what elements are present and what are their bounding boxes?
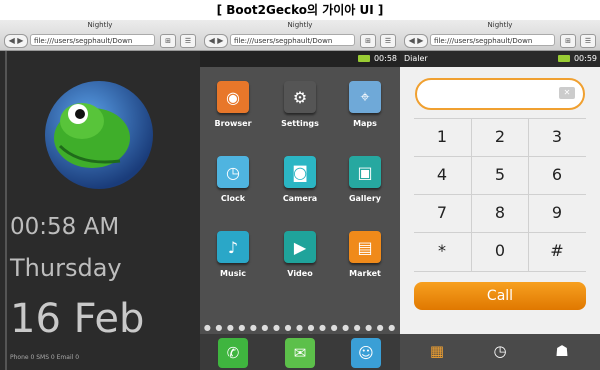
back-forward-button[interactable]: ◀ ▶: [404, 34, 428, 48]
window-title: Nightly: [487, 21, 513, 29]
camera-icon: ◙: [284, 156, 316, 188]
home-screen: 00:58 ◉ Browser ⚙ Settings ⌖ Maps ◷ Cloc…: [200, 51, 400, 370]
menu-icon[interactable]: ☰: [380, 34, 396, 48]
key-5[interactable]: 5: [472, 157, 528, 193]
bookmark-icon[interactable]: ⊞: [160, 34, 176, 48]
gecko-logo-icon: [45, 81, 153, 189]
firefox-icon: ◉: [217, 81, 249, 113]
gear-icon: ⚙: [284, 81, 316, 113]
back-forward-button[interactable]: ◀ ▶: [4, 34, 28, 48]
app-gallery[interactable]: ▣ Gallery: [335, 156, 395, 203]
backspace-icon[interactable]: ✕: [559, 87, 575, 99]
app-settings[interactable]: ⚙ Settings: [270, 81, 330, 128]
status-bar: Dialer 00:59: [400, 51, 600, 67]
app-label: Video: [287, 269, 313, 278]
key-1[interactable]: 1: [414, 119, 470, 155]
notification-status: Phone 0 SMS 0 Email 0: [10, 354, 80, 361]
url-bar[interactable]: file:///users/segphault/Down: [230, 34, 355, 46]
browser-window-lockscreen: Nightly ◀ ▶ file:///users/segphault/Down…: [0, 20, 200, 370]
call-button[interactable]: Call: [414, 282, 586, 310]
key-9[interactable]: 9: [529, 195, 585, 231]
lock-day: Thursday: [10, 254, 122, 282]
dialer-screen: Dialer 00:59 ✕ 1 2 3 4 5 6 7 8 9 * 0 # C…: [400, 51, 600, 370]
dock: ✆ ✉ ☺: [200, 334, 400, 370]
clock-icon: ◷: [217, 156, 249, 188]
app-video[interactable]: ▶ Video: [270, 231, 330, 278]
app-label: Maps: [353, 119, 377, 128]
keypad-icon[interactable]: ▦: [427, 342, 447, 360]
menu-icon[interactable]: ☰: [580, 34, 596, 48]
app-label: Clock: [220, 194, 246, 203]
key-6[interactable]: 6: [529, 157, 585, 193]
app-label: Market: [349, 269, 381, 278]
bookmark-icon[interactable]: ⊞: [560, 34, 576, 48]
app-browser[interactable]: ◉ Browser: [203, 81, 263, 128]
key-4[interactable]: 4: [414, 157, 470, 193]
key-0[interactable]: 0: [472, 233, 528, 269]
browser-chrome: Nightly ◀ ▶ file:///users/segphault/Down…: [0, 20, 200, 51]
contacts-icon[interactable]: ☗: [552, 342, 572, 360]
contacts-icon[interactable]: ☺: [351, 338, 381, 368]
app-camera[interactable]: ◙ Camera: [270, 156, 330, 203]
music-icon: ♪: [217, 231, 249, 263]
key-3[interactable]: 3: [529, 119, 585, 155]
app-market[interactable]: ▤ Market: [335, 231, 395, 278]
window-title: Nightly: [287, 21, 313, 29]
divider: [5, 51, 7, 370]
browser-chrome: Nightly ◀ ▶ file:///users/segphault/Down…: [200, 20, 400, 51]
status-clock: 00:59: [573, 54, 597, 63]
phone-number-input[interactable]: ✕: [415, 78, 585, 110]
key-hash[interactable]: #: [529, 233, 585, 269]
app-maps[interactable]: ⌖ Maps: [335, 81, 395, 128]
browser-window-dialer: Nightly ◀ ▶ file:///users/segphault/Down…: [400, 20, 600, 370]
app-label: Music: [220, 269, 246, 278]
video-icon: ▶: [284, 231, 316, 263]
divider: [414, 271, 586, 272]
battery-icon: [358, 55, 370, 62]
shopping-bag-icon: ▤: [349, 231, 381, 263]
map-icon: ⌖: [349, 81, 381, 113]
battery-icon: [558, 55, 570, 62]
url-bar[interactable]: file:///users/segphault/Down: [430, 34, 555, 46]
page-title: [ Boot2Gecko의 가이아 UI ]: [216, 3, 384, 17]
lock-time: 00:58 AM: [10, 214, 120, 240]
browser-chrome: Nightly ◀ ▶ file:///users/segphault/Down…: [400, 20, 600, 51]
url-bar[interactable]: file:///users/segphault/Down: [30, 34, 155, 46]
app-title: Dialer: [404, 54, 428, 63]
app-label: Settings: [281, 119, 319, 128]
recents-icon[interactable]: ◷: [490, 342, 510, 360]
messages-icon[interactable]: ✉: [285, 338, 315, 368]
status-clock: 00:58: [373, 54, 397, 63]
back-forward-button[interactable]: ◀ ▶: [204, 34, 228, 48]
dialer-tab-bar: ▦ ◷ ☗: [400, 334, 600, 370]
key-8[interactable]: 8: [472, 195, 528, 231]
key-7[interactable]: 7: [414, 195, 470, 231]
status-bar: 00:58: [200, 51, 400, 67]
browser-window-homescreen: Nightly ◀ ▶ file:///users/segphault/Down…: [200, 20, 400, 370]
key-2[interactable]: 2: [472, 119, 528, 155]
app-clock[interactable]: ◷ Clock: [203, 156, 263, 203]
app-music[interactable]: ♪ Music: [203, 231, 263, 278]
key-star[interactable]: *: [414, 233, 470, 269]
window-title: Nightly: [87, 21, 113, 29]
lock-screen: 00:58 AM Thursday 16 Feb Phone 0 SMS 0 E…: [0, 51, 200, 370]
gallery-icon: ▣: [349, 156, 381, 188]
lock-date: 16 Feb: [10, 296, 145, 342]
app-label: Camera: [282, 194, 318, 203]
app-label: Gallery: [348, 194, 382, 203]
app-label: Browser: [214, 119, 252, 128]
menu-icon[interactable]: ☰: [180, 34, 196, 48]
phone-icon[interactable]: ✆: [218, 338, 248, 368]
bookmark-icon[interactable]: ⊞: [360, 34, 376, 48]
